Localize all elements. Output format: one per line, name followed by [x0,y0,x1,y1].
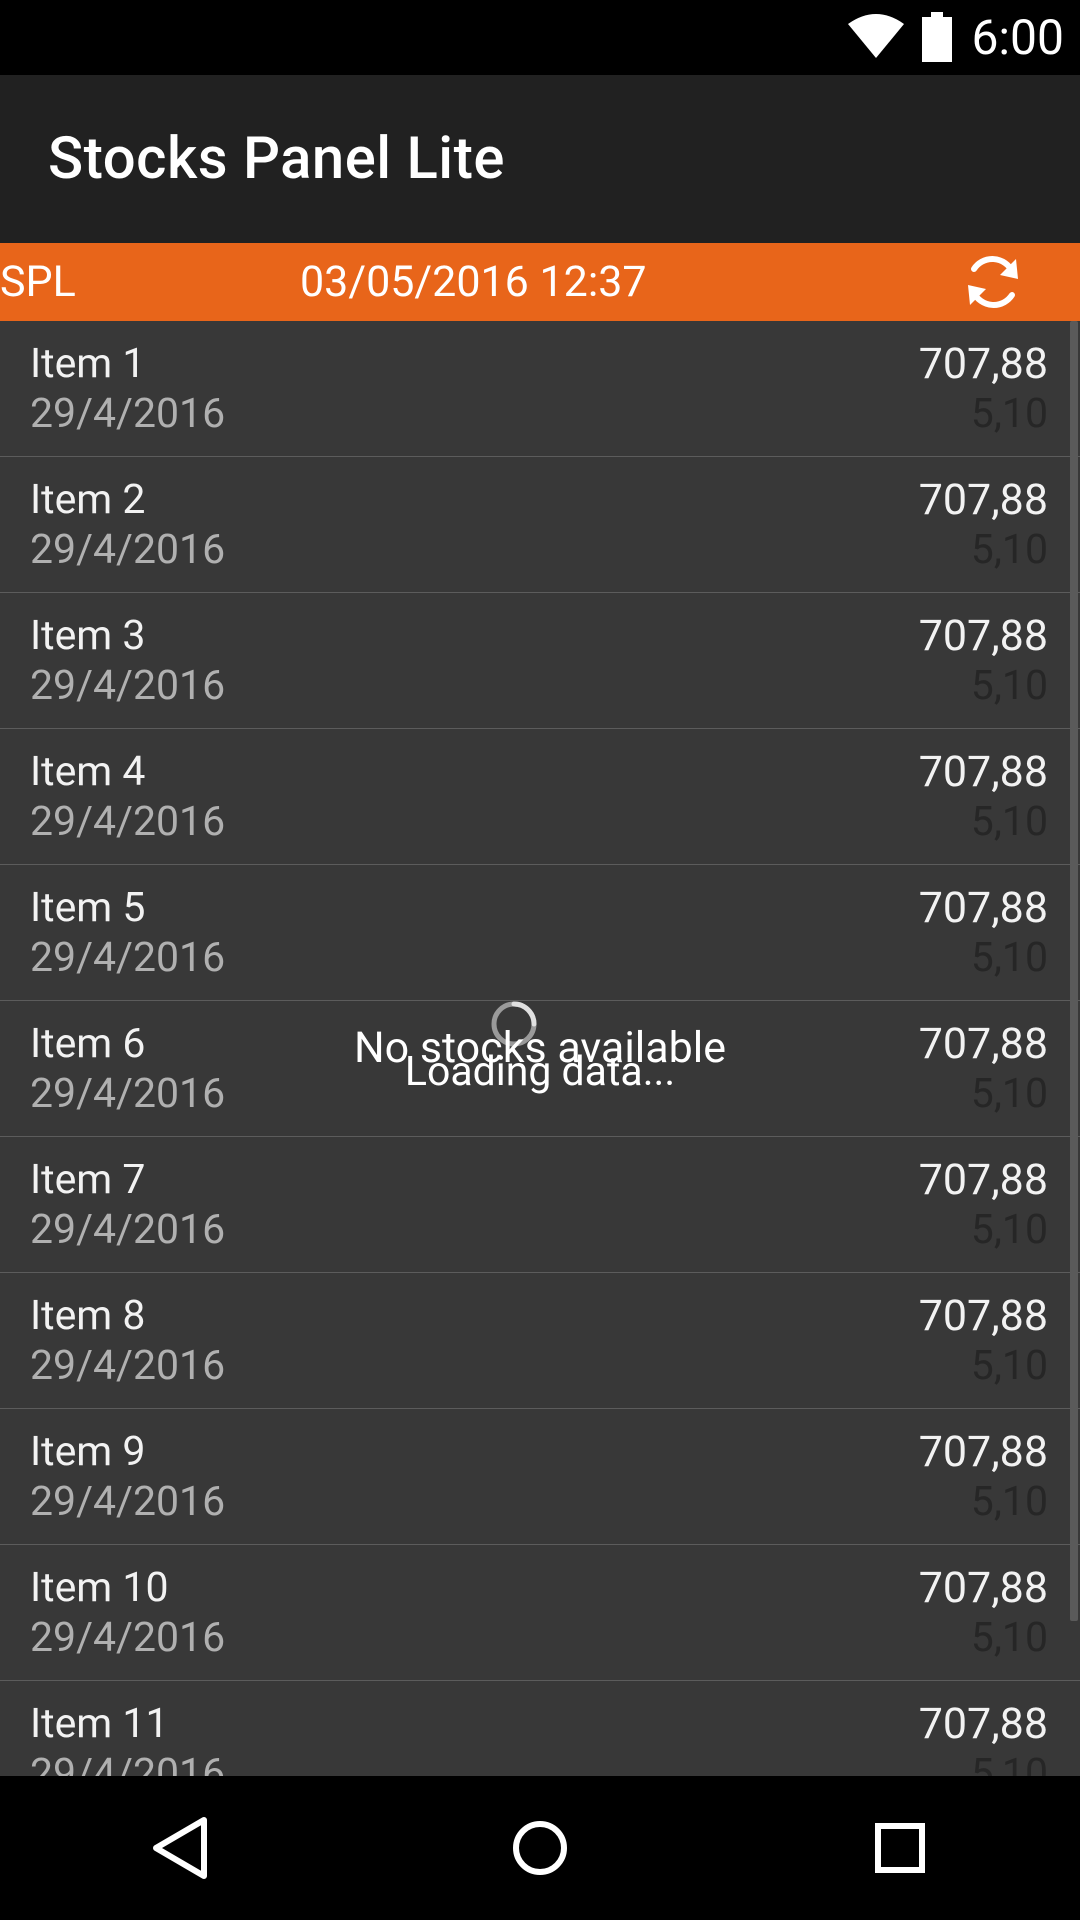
screen: 6:00 Stocks Panel Lite SPL 03/05/2016 12… [0,0,1080,1920]
status-bar: 6:00 [0,0,1080,75]
stock-price: 707,88 [918,1563,1048,1613]
recents-icon[interactable] [858,1806,942,1890]
stock-name: Item 7 [30,1156,146,1204]
stock-row[interactable]: Item 11 29/4/2016 707,88 5,10 [0,1681,1080,1776]
stock-row[interactable]: Item 10 29/4/2016 707,88 5,10 [0,1545,1080,1681]
stock-name: Item 1 [30,340,146,388]
portfolio-code: SPL [0,257,76,307]
stock-change: 5,10 [970,662,1048,710]
app-title: Stocks Panel Lite [48,125,505,193]
stock-change: 5,10 [970,1342,1048,1390]
stock-name: Item 4 [30,748,146,796]
stock-price: 707,88 [918,883,1048,933]
stock-name: Item 9 [30,1428,146,1476]
stock-date: 29/4/2016 [30,1206,226,1254]
stock-price: 707,88 [918,1699,1048,1749]
stock-date: 29/4/2016 [30,390,226,438]
home-icon[interactable] [498,1806,582,1890]
stock-date: 29/4/2016 [30,662,226,710]
wifi-icon [848,14,904,58]
stock-price: 707,88 [918,1427,1048,1477]
stock-row[interactable]: Item 2 29/4/2016 707,88 5,10 [0,457,1080,593]
stock-date: 29/4/2016 [30,1342,226,1390]
stock-name: Item 3 [30,612,146,660]
stock-change: 5,10 [970,1206,1048,1254]
stock-row[interactable]: Item 4 29/4/2016 707,88 5,10 [0,729,1080,865]
stock-price: 707,88 [918,475,1048,525]
stock-row[interactable]: Item 8 29/4/2016 707,88 5,10 [0,1273,1080,1409]
stock-change: 5,10 [970,1614,1048,1662]
stock-change: 5,10 [970,1750,1048,1776]
stock-date: 29/4/2016 [30,1750,226,1776]
loading-text: Loading data... [404,1048,676,1096]
stock-name: Item 10 [30,1564,169,1612]
stock-row[interactable]: Item 7 29/4/2016 707,88 5,10 [0,1137,1080,1273]
stock-price: 707,88 [918,1291,1048,1341]
info-bar: SPL 03/05/2016 12:37 [0,243,1080,321]
status-time: 6:00 [971,9,1064,66]
stock-name: Item 5 [30,884,146,932]
stock-price: 707,88 [918,611,1048,661]
action-bar: Stocks Panel Lite [0,75,1080,243]
refresh-icon[interactable] [960,249,1026,315]
stock-row[interactable]: Item 9 29/4/2016 707,88 5,10 [0,1409,1080,1545]
stock-change: 5,10 [970,934,1048,982]
stock-price: 707,88 [918,1155,1048,1205]
stock-change: 5,10 [970,526,1048,574]
stock-row[interactable]: Item 5 29/4/2016 707,88 5,10 [0,865,1080,1001]
last-update-datetime: 03/05/2016 12:37 [300,257,647,307]
stock-price: 707,88 [918,747,1048,797]
stock-date: 29/4/2016 [30,526,226,574]
stock-price: 707,88 [918,339,1048,389]
stock-date: 29/4/2016 [30,934,226,982]
stock-name: Item 11 [30,1700,169,1748]
scrollbar[interactable] [1070,321,1078,1621]
stock-name: Item 8 [30,1292,146,1340]
stock-change: 5,10 [970,798,1048,846]
stock-row[interactable]: Item 3 29/4/2016 707,88 5,10 [0,593,1080,729]
navigation-bar [0,1776,1080,1920]
battery-icon [922,12,952,62]
stock-date: 29/4/2016 [30,798,226,846]
stock-row[interactable]: Item 1 29/4/2016 707,88 5,10 [0,321,1080,457]
back-icon[interactable] [138,1806,222,1890]
stock-date: 29/4/2016 [30,1478,226,1526]
stock-change: 5,10 [970,390,1048,438]
stock-date: 29/4/2016 [30,1614,226,1662]
stock-change: 5,10 [970,1478,1048,1526]
stock-name: Item 2 [30,476,146,524]
